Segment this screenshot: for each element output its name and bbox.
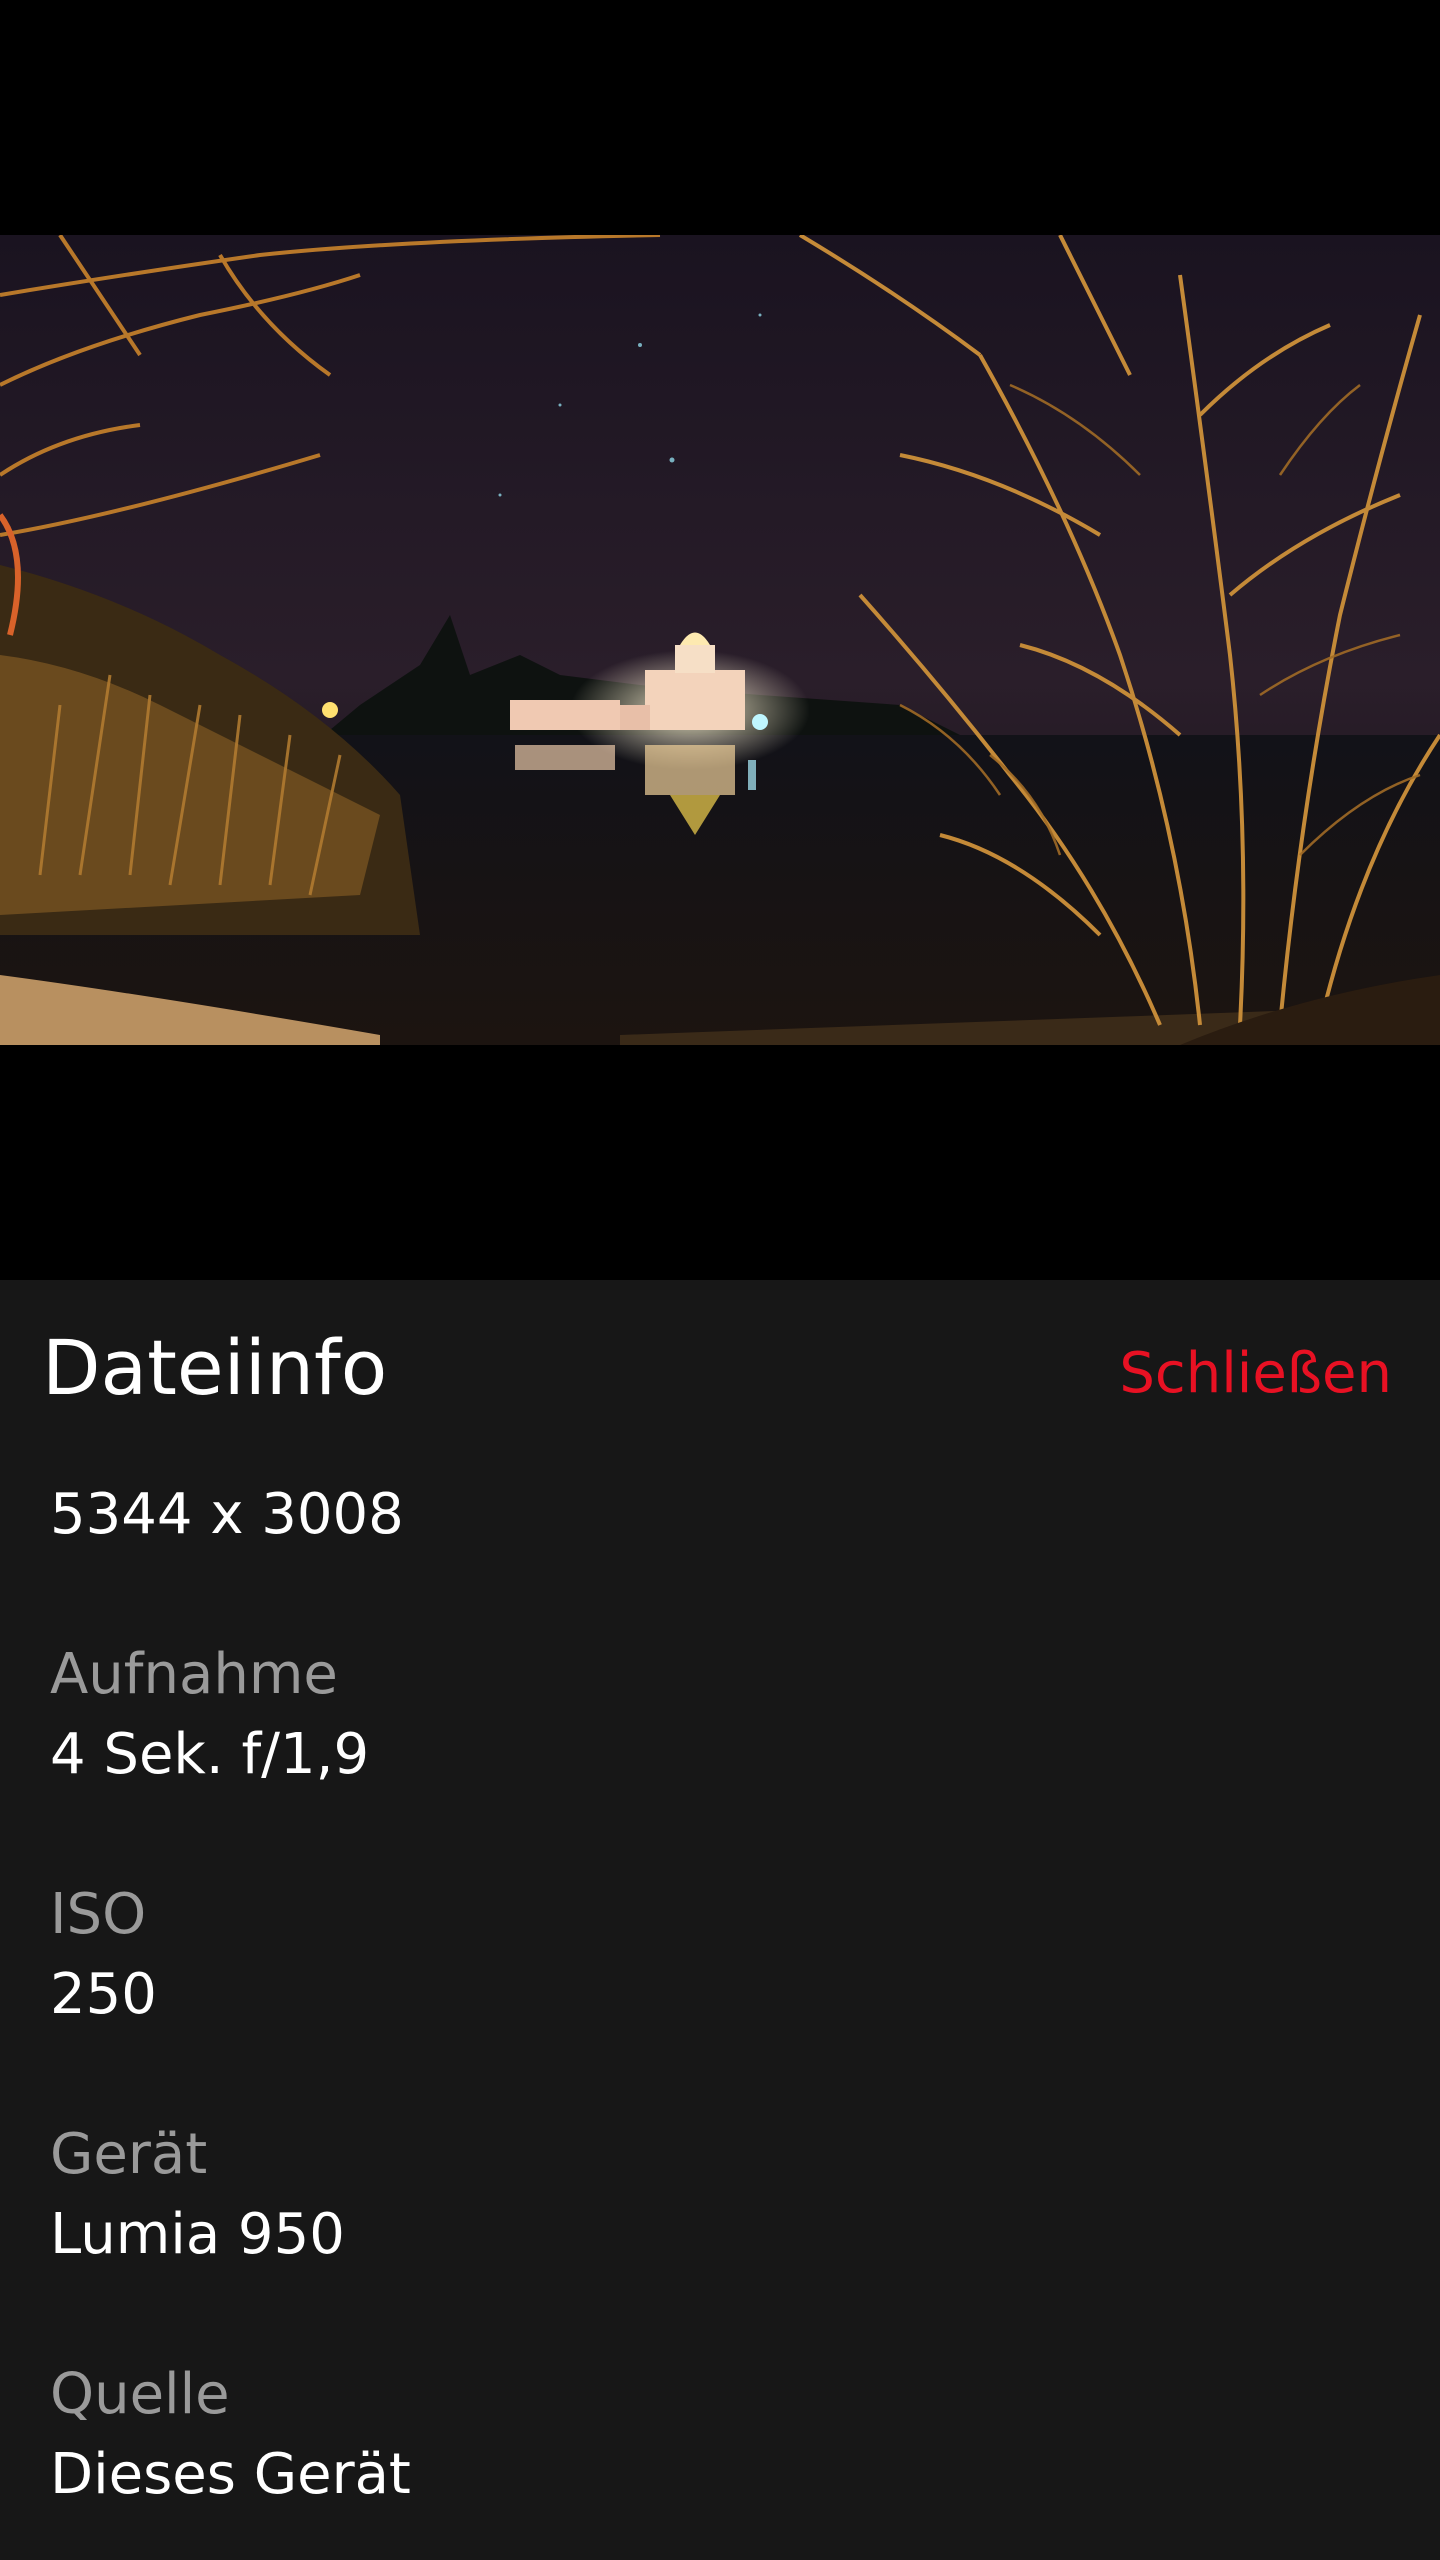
resolution-value: 5344 x 3008 — [50, 1482, 404, 1547]
photo-thumbnail[interactable] — [0, 235, 1440, 1045]
exposure-value: 4 Sek. f/1,9 — [50, 1722, 370, 1787]
photo-viewer — [0, 0, 1440, 1280]
close-button[interactable]: Schließen — [1119, 1340, 1392, 1407]
device-label: Gerät — [50, 2122, 208, 2187]
panel-title: Dateiinfo — [42, 1323, 388, 1412]
source-label: Quelle — [50, 2362, 230, 2427]
file-info-panel: Dateiinfo Schließen 5344 x 3008 Aufnahme… — [0, 1280, 1440, 2560]
device-value: Lumia 950 — [50, 2202, 345, 2267]
resolution-row: 5344 x 3008 — [50, 1475, 1390, 1555]
source-row: Quelle Dieses Gerät — [50, 2355, 1390, 2515]
iso-label: ISO — [50, 1882, 147, 1947]
exposure-label: Aufnahme — [50, 1642, 338, 1707]
source-value: Dieses Gerät — [50, 2442, 411, 2507]
iso-row: ISO 250 — [50, 1875, 1390, 2035]
device-row: Gerät Lumia 950 — [50, 2115, 1390, 2275]
iso-value: 250 — [50, 1962, 157, 2027]
exposure-row: Aufnahme 4 Sek. f/1,9 — [50, 1635, 1390, 1795]
